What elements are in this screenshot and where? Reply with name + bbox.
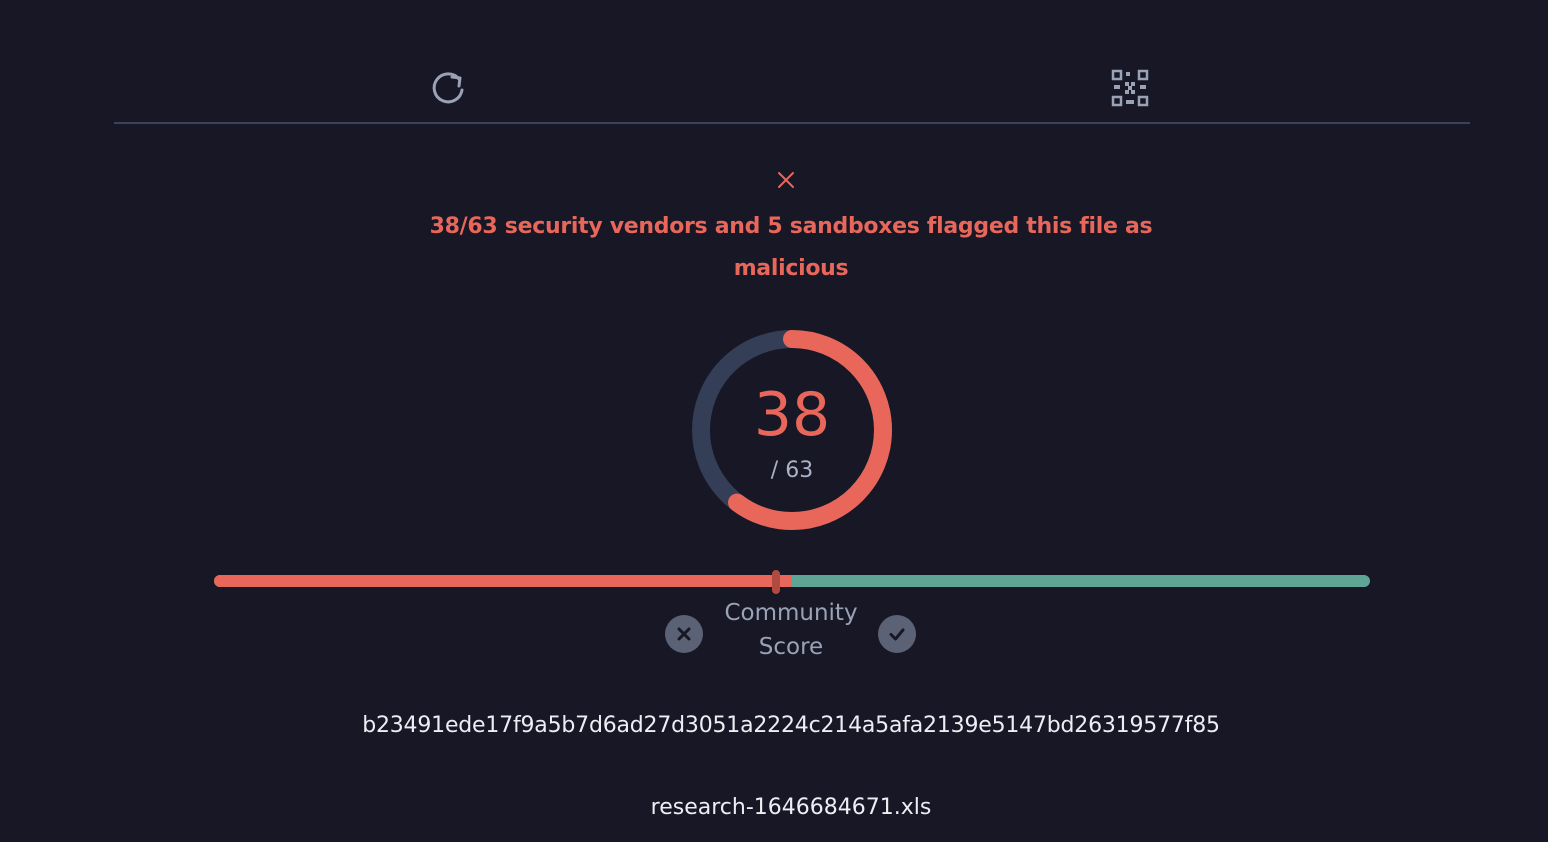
malicious-status-mark xyxy=(771,165,801,195)
detection-gauge: 38 / 63 xyxy=(690,328,894,532)
vote-malicious-button[interactable] xyxy=(665,615,703,653)
top-toolbar xyxy=(114,0,1470,124)
community-score-label: Community Score xyxy=(724,600,858,660)
total-engines: / 63 xyxy=(770,458,814,483)
x-circle-icon xyxy=(677,627,691,641)
qr-code-icon xyxy=(1111,69,1149,107)
community-score-marker xyxy=(772,570,780,594)
vote-harmless-button[interactable] xyxy=(878,615,916,653)
file-hash: b23491ede17f9a5b7d6ad27d3051a2224c214a5a… xyxy=(362,713,1220,738)
reanalyze-button[interactable] xyxy=(424,63,474,113)
qr-code-button[interactable] xyxy=(1105,63,1155,113)
community-score-malicious-portion xyxy=(214,575,792,587)
community-score-bar xyxy=(214,575,1370,587)
detection-headline: 38/63 security vendors and 5 sandboxes f… xyxy=(429,214,1153,281)
file-name: research-1646684671.xls xyxy=(650,795,932,820)
refresh-icon xyxy=(432,72,464,104)
detected-count: 38 xyxy=(753,380,831,450)
check-circle-icon xyxy=(889,628,905,641)
close-icon xyxy=(778,172,794,188)
